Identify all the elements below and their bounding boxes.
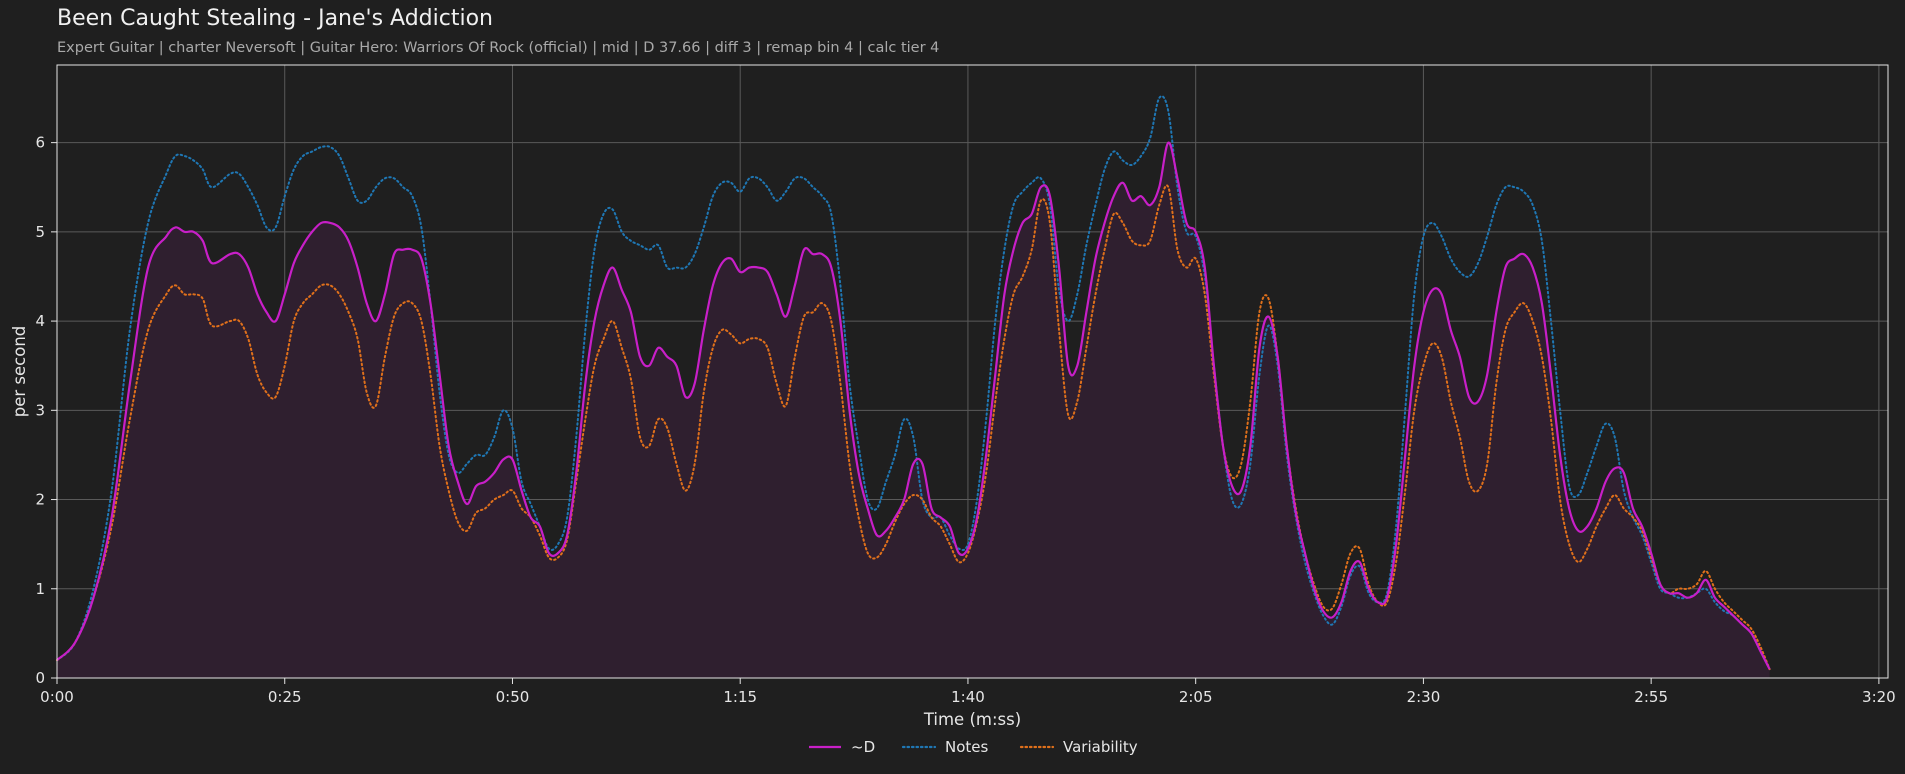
chart-svg: 0:00 0:25 0:50 1:15 1:40 2:05 2:30 2:55 3:20 0 1 2… — [10, 64, 1896, 756]
y-axis-ticks: 0 1 2 3 4 5 6 — [35, 134, 57, 687]
x-tick-label: 3:20 — [1862, 688, 1896, 706]
y-tick-label: 1 — [35, 580, 45, 598]
legend-item-variability: Variability — [1019, 738, 1138, 756]
y-tick-label: 6 — [35, 134, 45, 152]
x-tick-label: 0:25 — [268, 688, 302, 706]
x-tick-label: 1:40 — [951, 688, 985, 706]
legend-item-d: ~D — [809, 738, 875, 756]
y-tick-label: 3 — [35, 401, 45, 419]
legend-item-notes: Notes — [901, 738, 989, 756]
y-axis-label: per second — [10, 326, 29, 418]
legend-label: Notes — [945, 738, 989, 756]
x-tick-label: 2:05 — [1179, 688, 1213, 706]
y-tick-label: 0 — [35, 669, 45, 687]
y-tick-label: 4 — [35, 312, 45, 330]
x-tick-label: 1:15 — [723, 688, 757, 706]
y-tick-label: 5 — [35, 223, 45, 241]
legend-label: ~D — [851, 738, 875, 756]
x-tick-label: 0:00 — [40, 688, 74, 706]
x-tick-label: 0:50 — [496, 688, 530, 706]
x-tick-label: 2:55 — [1634, 688, 1668, 706]
legend-label: Variability — [1063, 738, 1138, 756]
legend: ~D Notes Variability — [809, 738, 1138, 756]
y-tick-label: 2 — [35, 491, 45, 509]
x-axis-label: Time (m:ss) — [923, 710, 1021, 729]
x-tick-label: 2:30 — [1407, 688, 1441, 706]
x-axis-ticks: 0:00 0:25 0:50 1:15 1:40 2:05 2:30 2:55 3:20 — [40, 678, 1896, 706]
